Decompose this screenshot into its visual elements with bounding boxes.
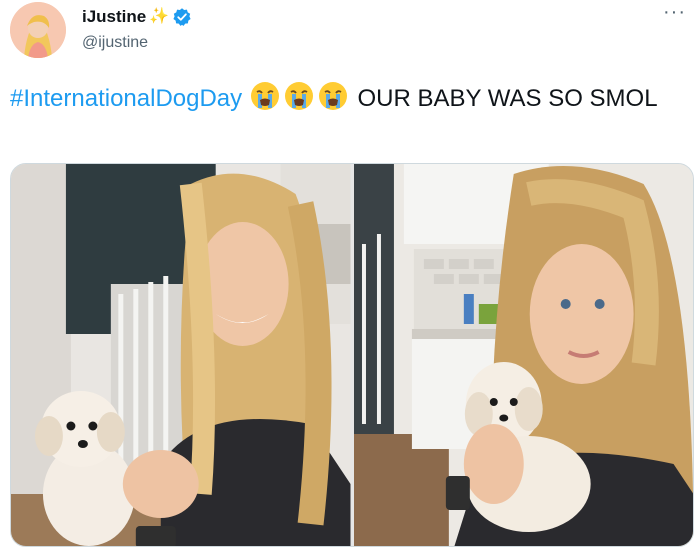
- avatar-image: [10, 2, 66, 58]
- more-horizontal-icon[interactable]: ···: [663, 2, 686, 22]
- photo-1[interactable]: [11, 164, 351, 546]
- loudly-crying-face-emoji: [249, 80, 281, 112]
- media-grid: [10, 163, 694, 547]
- loudly-crying-face-emoji: [283, 80, 315, 112]
- loudly-crying-face-emoji: [317, 80, 349, 112]
- tweet-body-text: OUR BABY WAS SO SMOL: [350, 85, 658, 112]
- user-handle[interactable]: @ijustine: [82, 34, 148, 52]
- hashtag-link[interactable]: #InternationalDogDay: [10, 85, 242, 112]
- photo-2-image: [353, 164, 693, 546]
- photo-2[interactable]: [353, 164, 693, 546]
- avatar[interactable]: [10, 2, 66, 58]
- verified-badge-icon: [173, 8, 191, 26]
- display-name: iJustine: [82, 7, 147, 26]
- tweet-text: #InternationalDogDay OUR BABY WAS SO SMO…: [10, 80, 690, 115]
- tweet-header: iJustine ✨ @ijustine ···: [10, 2, 690, 64]
- sparkles-icon: ✨: [149, 8, 170, 25]
- display-name-row[interactable]: iJustine ✨: [82, 7, 192, 27]
- photo-1-image: [11, 164, 351, 546]
